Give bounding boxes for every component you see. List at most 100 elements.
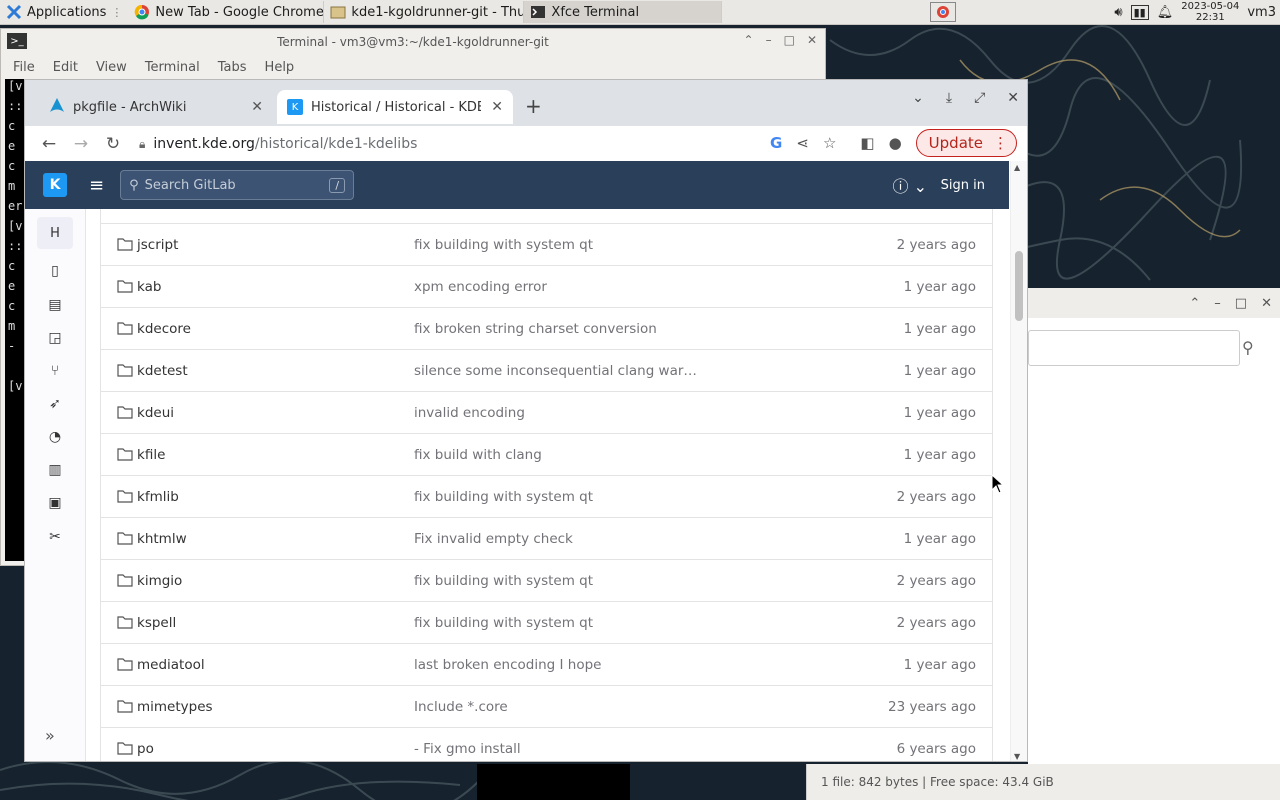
commit-message-link[interactable]: last broken encoding I hope: [414, 657, 601, 673]
menu-help[interactable]: Help: [265, 60, 295, 75]
minimize-icon[interactable]: –: [766, 33, 772, 47]
file-name-link[interactable]: jscript: [137, 237, 178, 253]
collapse-sidebar-icon[interactable]: »: [45, 726, 55, 745]
commit-message-link[interactable]: fix build with clang: [414, 447, 542, 463]
commit-message-link[interactable]: fix broken string charset conversion: [414, 321, 657, 337]
scrollbar-thumb[interactable]: [1015, 251, 1023, 321]
search-input[interactable]: ⚲ Search GitLab /: [120, 170, 355, 200]
task-chrome[interactable]: New Tab - Google Chrome: [128, 1, 325, 23]
minimize-icon[interactable]: –: [1214, 296, 1221, 311]
analytics-icon[interactable]: ▥: [43, 458, 67, 482]
close-icon[interactable]: ✕: [1261, 296, 1272, 311]
tab-search-icon[interactable]: ⌄: [912, 90, 924, 106]
tab-close-icon[interactable]: ✕: [491, 99, 503, 115]
table-row[interactable]: kfile fix build with clang 1 year ago: [100, 434, 993, 476]
clock[interactable]: 2023-05-04 22:31: [1181, 1, 1239, 23]
address-bar[interactable]: 🔒︎ invent.kde.org/historical/kde1-kdelib…: [139, 128, 739, 160]
maximize-icon[interactable]: □: [784, 33, 795, 47]
bookmark-star-icon[interactable]: ☆: [823, 134, 836, 152]
menu-terminal[interactable]: Terminal: [145, 60, 200, 75]
reload-icon[interactable]: ↻: [97, 134, 129, 154]
project-avatar[interactable]: H: [37, 217, 73, 249]
task-terminal[interactable]: Xfce Terminal: [524, 1, 723, 23]
profile-icon[interactable]: ●: [889, 134, 902, 152]
side-panel-icon[interactable]: ◧: [860, 134, 874, 152]
commit-message-link[interactable]: fix building with system qt: [414, 573, 593, 589]
commit-message-link[interactable]: xpm encoding error: [414, 279, 547, 295]
update-button[interactable]: Update ⋮: [915, 129, 1017, 157]
table-row[interactable]: jscript fix building with system qt 2 year…: [100, 224, 993, 266]
commit-message-link[interactable]: Fix invalid empty check: [414, 531, 573, 547]
help-icon[interactable]: ⓘ ⌄: [893, 173, 928, 197]
new-tab-button[interactable]: +: [525, 94, 542, 118]
table-row[interactable]: mimetypes Include *.core 23 years ago: [100, 686, 993, 728]
table-row[interactable]: mediatool last broken encoding I hope 1 ye…: [100, 644, 993, 686]
file-name-link[interactable]: kspell: [137, 615, 176, 631]
terminal-titlebar[interactable]: >_ Terminal - vm3@vm3:~/kde1-kgoldrunner…: [1, 29, 825, 55]
tray-chrome-item[interactable]: [924, 1, 964, 23]
menu-edit[interactable]: Edit: [53, 60, 78, 75]
share-icon[interactable]: ⋖: [796, 134, 809, 152]
table-row[interactable]: kab xpm encoding error 1 year ago: [100, 266, 993, 308]
volume-icon[interactable]: 🔊︎: [1114, 5, 1122, 20]
maximize-icon[interactable]: □: [1235, 296, 1247, 311]
download-icon[interactable]: ⤓: [946, 90, 952, 106]
commit-message-link[interactable]: Include *.core: [414, 699, 508, 715]
commit-message-link[interactable]: fix building with system qt: [414, 615, 593, 631]
back-icon[interactable]: ←: [33, 134, 65, 154]
commit-message-link[interactable]: - Fix gmo install: [414, 741, 521, 757]
table-row[interactable]: kimgio fix building with system qt 2 years…: [100, 560, 993, 602]
file-name-link[interactable]: mediatool: [137, 657, 205, 673]
menu-view[interactable]: View: [96, 60, 127, 75]
file-name-link[interactable]: mimetypes: [137, 699, 213, 715]
file-name-link[interactable]: kdetest: [137, 363, 188, 379]
close-icon[interactable]: ✕: [807, 33, 817, 47]
commit-message-link[interactable]: invalid encoding: [414, 405, 525, 421]
more-menu-icon[interactable]: ⋮: [993, 134, 1008, 152]
commit-message-link[interactable]: fix building with system qt: [414, 237, 593, 253]
close-icon[interactable]: ✕: [1007, 90, 1019, 106]
file-name-link[interactable]: kimgio: [137, 573, 182, 589]
notification-bell-icon[interactable]: 🔔︎: [1157, 5, 1174, 20]
repository-icon[interactable]: ▤: [43, 293, 67, 317]
merge-requests-icon[interactable]: ⑂: [43, 359, 67, 383]
commit-message-link[interactable]: silence some inconsequential clang war…: [414, 363, 697, 379]
commit-message-link[interactable]: fix building with system qt: [414, 489, 593, 505]
scroll-up-icon[interactable]: ▲: [1014, 163, 1020, 172]
table-row[interactable]: kdecore fix broken string charset convers…: [100, 308, 993, 350]
table-row[interactable]: po - Fix gmo install 6 years ago: [100, 728, 993, 761]
tab-kde-historical[interactable]: K Historical / Historical - KDE 1 · ✕: [277, 90, 513, 124]
file-name-link[interactable]: kfmlib: [137, 489, 179, 505]
fullscreen-icon[interactable]: ⤢: [974, 90, 985, 106]
table-row[interactable]: kdeui invalid encoding 1 year ago: [100, 392, 993, 434]
menu-tabs[interactable]: Tabs: [218, 60, 247, 75]
table-row[interactable]: kspell fix building with system qt 2 years…: [100, 602, 993, 644]
sign-in-link[interactable]: Sign in: [941, 178, 985, 193]
chevron-up-icon[interactable]: ⌃: [1189, 296, 1200, 311]
file-name-link[interactable]: khtmlw: [137, 531, 187, 547]
battery-icon[interactable]: ▮▮: [1130, 4, 1149, 20]
task-thunar[interactable]: kde1-kgoldrunner-git - Thunar: [324, 1, 525, 23]
tab-close-icon[interactable]: ✕: [251, 99, 263, 115]
file-name-link[interactable]: kfile: [137, 447, 165, 463]
table-row[interactable]: kfmlib fix building with system qt 2 years…: [100, 476, 993, 518]
kde-logo-icon[interactable]: K: [43, 173, 67, 197]
monitor-icon[interactable]: ◔: [43, 425, 67, 449]
file-name-link[interactable]: po: [137, 741, 154, 757]
google-icon[interactable]: G: [770, 134, 782, 152]
table-row[interactable]: kdetest silence some inconsequential clan…: [100, 350, 993, 392]
file-name-link[interactable]: kdeui: [137, 405, 174, 421]
deployments-icon[interactable]: ➶: [43, 392, 67, 416]
chevron-up-icon[interactable]: ⌃: [744, 33, 754, 47]
search-icon[interactable]: ⚲: [1242, 338, 1254, 357]
thunar-location-field[interactable]: [1028, 330, 1240, 366]
applications-menu[interactable]: Applications ⋮: [0, 1, 128, 23]
snippets-icon[interactable]: ✂: [43, 525, 67, 549]
table-row[interactable]: khtmlw Fix invalid empty check 1 year ago: [100, 518, 993, 560]
file-name-link[interactable]: kab: [137, 279, 161, 295]
user-label[interactable]: vm3: [1247, 5, 1276, 20]
scrollbar[interactable]: ▲ ▼: [1010, 161, 1027, 761]
project-info-icon[interactable]: ▯: [43, 259, 67, 283]
thunar-titlebar[interactable]: ⌃ – □ ✕: [1028, 288, 1280, 318]
hamburger-menu-icon[interactable]: ≡: [89, 175, 104, 196]
